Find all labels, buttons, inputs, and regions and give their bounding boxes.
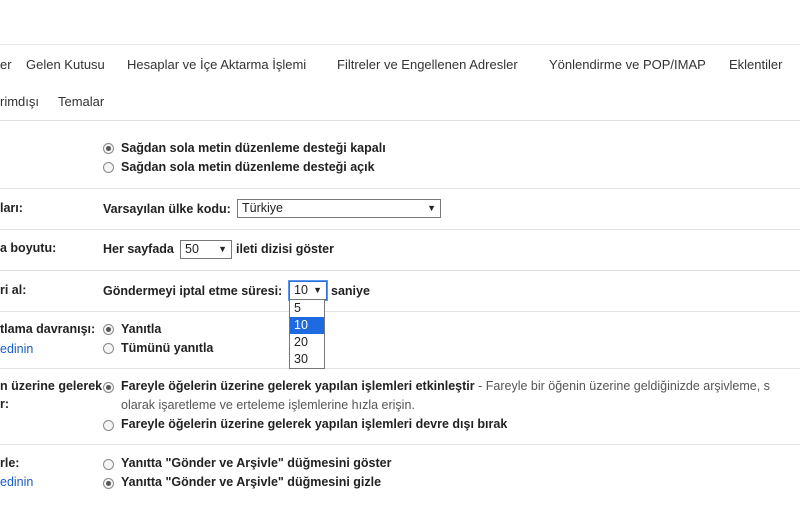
rtl-on-label: Sağdan sola metin düzenleme desteği açık — [121, 160, 375, 174]
dropdown-option-20[interactable]: 20 — [290, 334, 324, 351]
hover-enable-radio[interactable] — [103, 382, 114, 393]
rtl-setting-row: Sağdan sola metin düzenleme desteği kapa… — [0, 121, 800, 189]
chevron-down-icon: ▼ — [313, 285, 322, 295]
dropdown-option-10[interactable]: 10 — [290, 317, 324, 334]
reply-behavior-label: tlama davranışı: — [0, 322, 96, 336]
settings-tabs-row-2: rimdışı Temalar — [0, 82, 800, 121]
rtl-off-radio[interactable] — [103, 143, 114, 154]
page-size-select[interactable]: 50 ▼ — [180, 240, 232, 259]
hover-enable-label: Fareyle öğelerin üzerine gelerek yapılan… — [121, 379, 475, 393]
tab-general[interactable]: er — [0, 57, 12, 72]
undo-send-dropdown: 5 10 20 30 — [289, 299, 325, 369]
tab-addons[interactable]: Eklentiler — [729, 57, 782, 72]
country-code-select[interactable]: Türkiye ▼ — [237, 199, 441, 218]
top-bar — [0, 0, 800, 44]
page-size-prefix: Her sayfada — [103, 242, 174, 256]
undo-send-prefix: Göndermeyi iptal etme süresi: — [103, 284, 283, 298]
hover-actions-label-2: r: — [0, 397, 10, 411]
hover-enable-description-2: olarak işaretleme ve erteleme işlemlerin… — [121, 398, 415, 412]
send-archive-show-label: Yanıtta "Gönder ve Arşivle" düğmesini gö… — [121, 456, 392, 470]
send-archive-learn-more-link[interactable]: edinin — [0, 475, 33, 489]
reply-behavior-row: tlama davranışı: edinin Yanıtla Tümünü y… — [0, 312, 800, 369]
undo-send-row: ri al: Göndermeyi iptal etme süresi: 10 … — [0, 271, 800, 312]
dropdown-option-30[interactable]: 30 — [290, 351, 324, 368]
page-size-suffix: ileti dizisi göster — [236, 242, 334, 256]
undo-send-suffix: saniye — [331, 284, 370, 298]
page-size-label: a boyutu: — [0, 241, 57, 255]
send-archive-hide-radio[interactable] — [103, 478, 114, 489]
send-archive-label: rle: — [0, 456, 20, 470]
hover-disable-label: Fareyle öğelerin üzerine gelerek yapılan… — [121, 417, 508, 431]
reply-all-radio[interactable] — [103, 343, 114, 354]
chevron-down-icon: ▼ — [218, 244, 227, 254]
tab-forwarding-pop-imap[interactable]: Yönlendirme ve POP/IMAP — [549, 57, 706, 72]
tab-accounts-import[interactable]: Hesaplar ve İçe Aktarma İşlemi — [127, 57, 306, 72]
page-size-value: 50 — [185, 242, 199, 256]
send-archive-show-radio[interactable] — [103, 459, 114, 470]
country-code-row: ları: Varsayılan ülke kodu: Türkiye ▼ — [0, 189, 800, 230]
hover-actions-row: n üzerine gelerek r: Fareyle öğelerin üz… — [0, 369, 800, 445]
tab-inbox[interactable]: Gelen Kutusu — [26, 57, 105, 72]
tab-filters-blocked[interactable]: Filtreler ve Engellenen Adresler — [337, 57, 518, 72]
rtl-on-radio[interactable] — [103, 162, 114, 173]
dropdown-option-5[interactable]: 5 — [290, 300, 324, 317]
country-code-label: ları: — [0, 201, 23, 215]
country-code-value: Türkiye — [242, 201, 283, 215]
reply-all-option-label: Tümünü yanıtla — [121, 341, 214, 355]
reply-option-label: Yanıtla — [121, 322, 162, 336]
country-code-prefix: Varsayılan ülke kodu: — [103, 202, 231, 216]
tab-themes[interactable]: Temalar — [58, 94, 104, 109]
hover-disable-radio[interactable] — [103, 420, 114, 431]
send-archive-row: rle: edinin Yanıtta "Gönder ve Arşivle" … — [0, 445, 800, 505]
send-archive-hide-label: Yanıtta "Gönder ve Arşivle" düğmesini gi… — [121, 475, 382, 489]
chevron-down-icon: ▼ — [427, 203, 436, 213]
reply-learn-more-link[interactable]: edinin — [0, 342, 33, 356]
undo-send-label: ri al: — [0, 283, 27, 297]
hover-actions-label-1: n üzerine gelerek — [0, 379, 103, 393]
undo-send-value: 10 — [294, 283, 308, 297]
settings-tabs-row-1: er Gelen Kutusu Hesaplar ve İçe Aktarma … — [0, 44, 800, 83]
undo-send-select[interactable]: 10 ▼ — [289, 281, 327, 300]
page-size-row: a boyutu: Her sayfada 50 ▼ ileti dizisi … — [0, 230, 800, 271]
tab-offline[interactable]: rimdışı — [0, 94, 39, 109]
rtl-off-label: Sağdan sola metin düzenleme desteği kapa… — [121, 141, 386, 155]
reply-radio[interactable] — [103, 324, 114, 335]
hover-enable-description: - Fareyle bir öğenin üzerine geldiğinizd… — [474, 379, 770, 393]
